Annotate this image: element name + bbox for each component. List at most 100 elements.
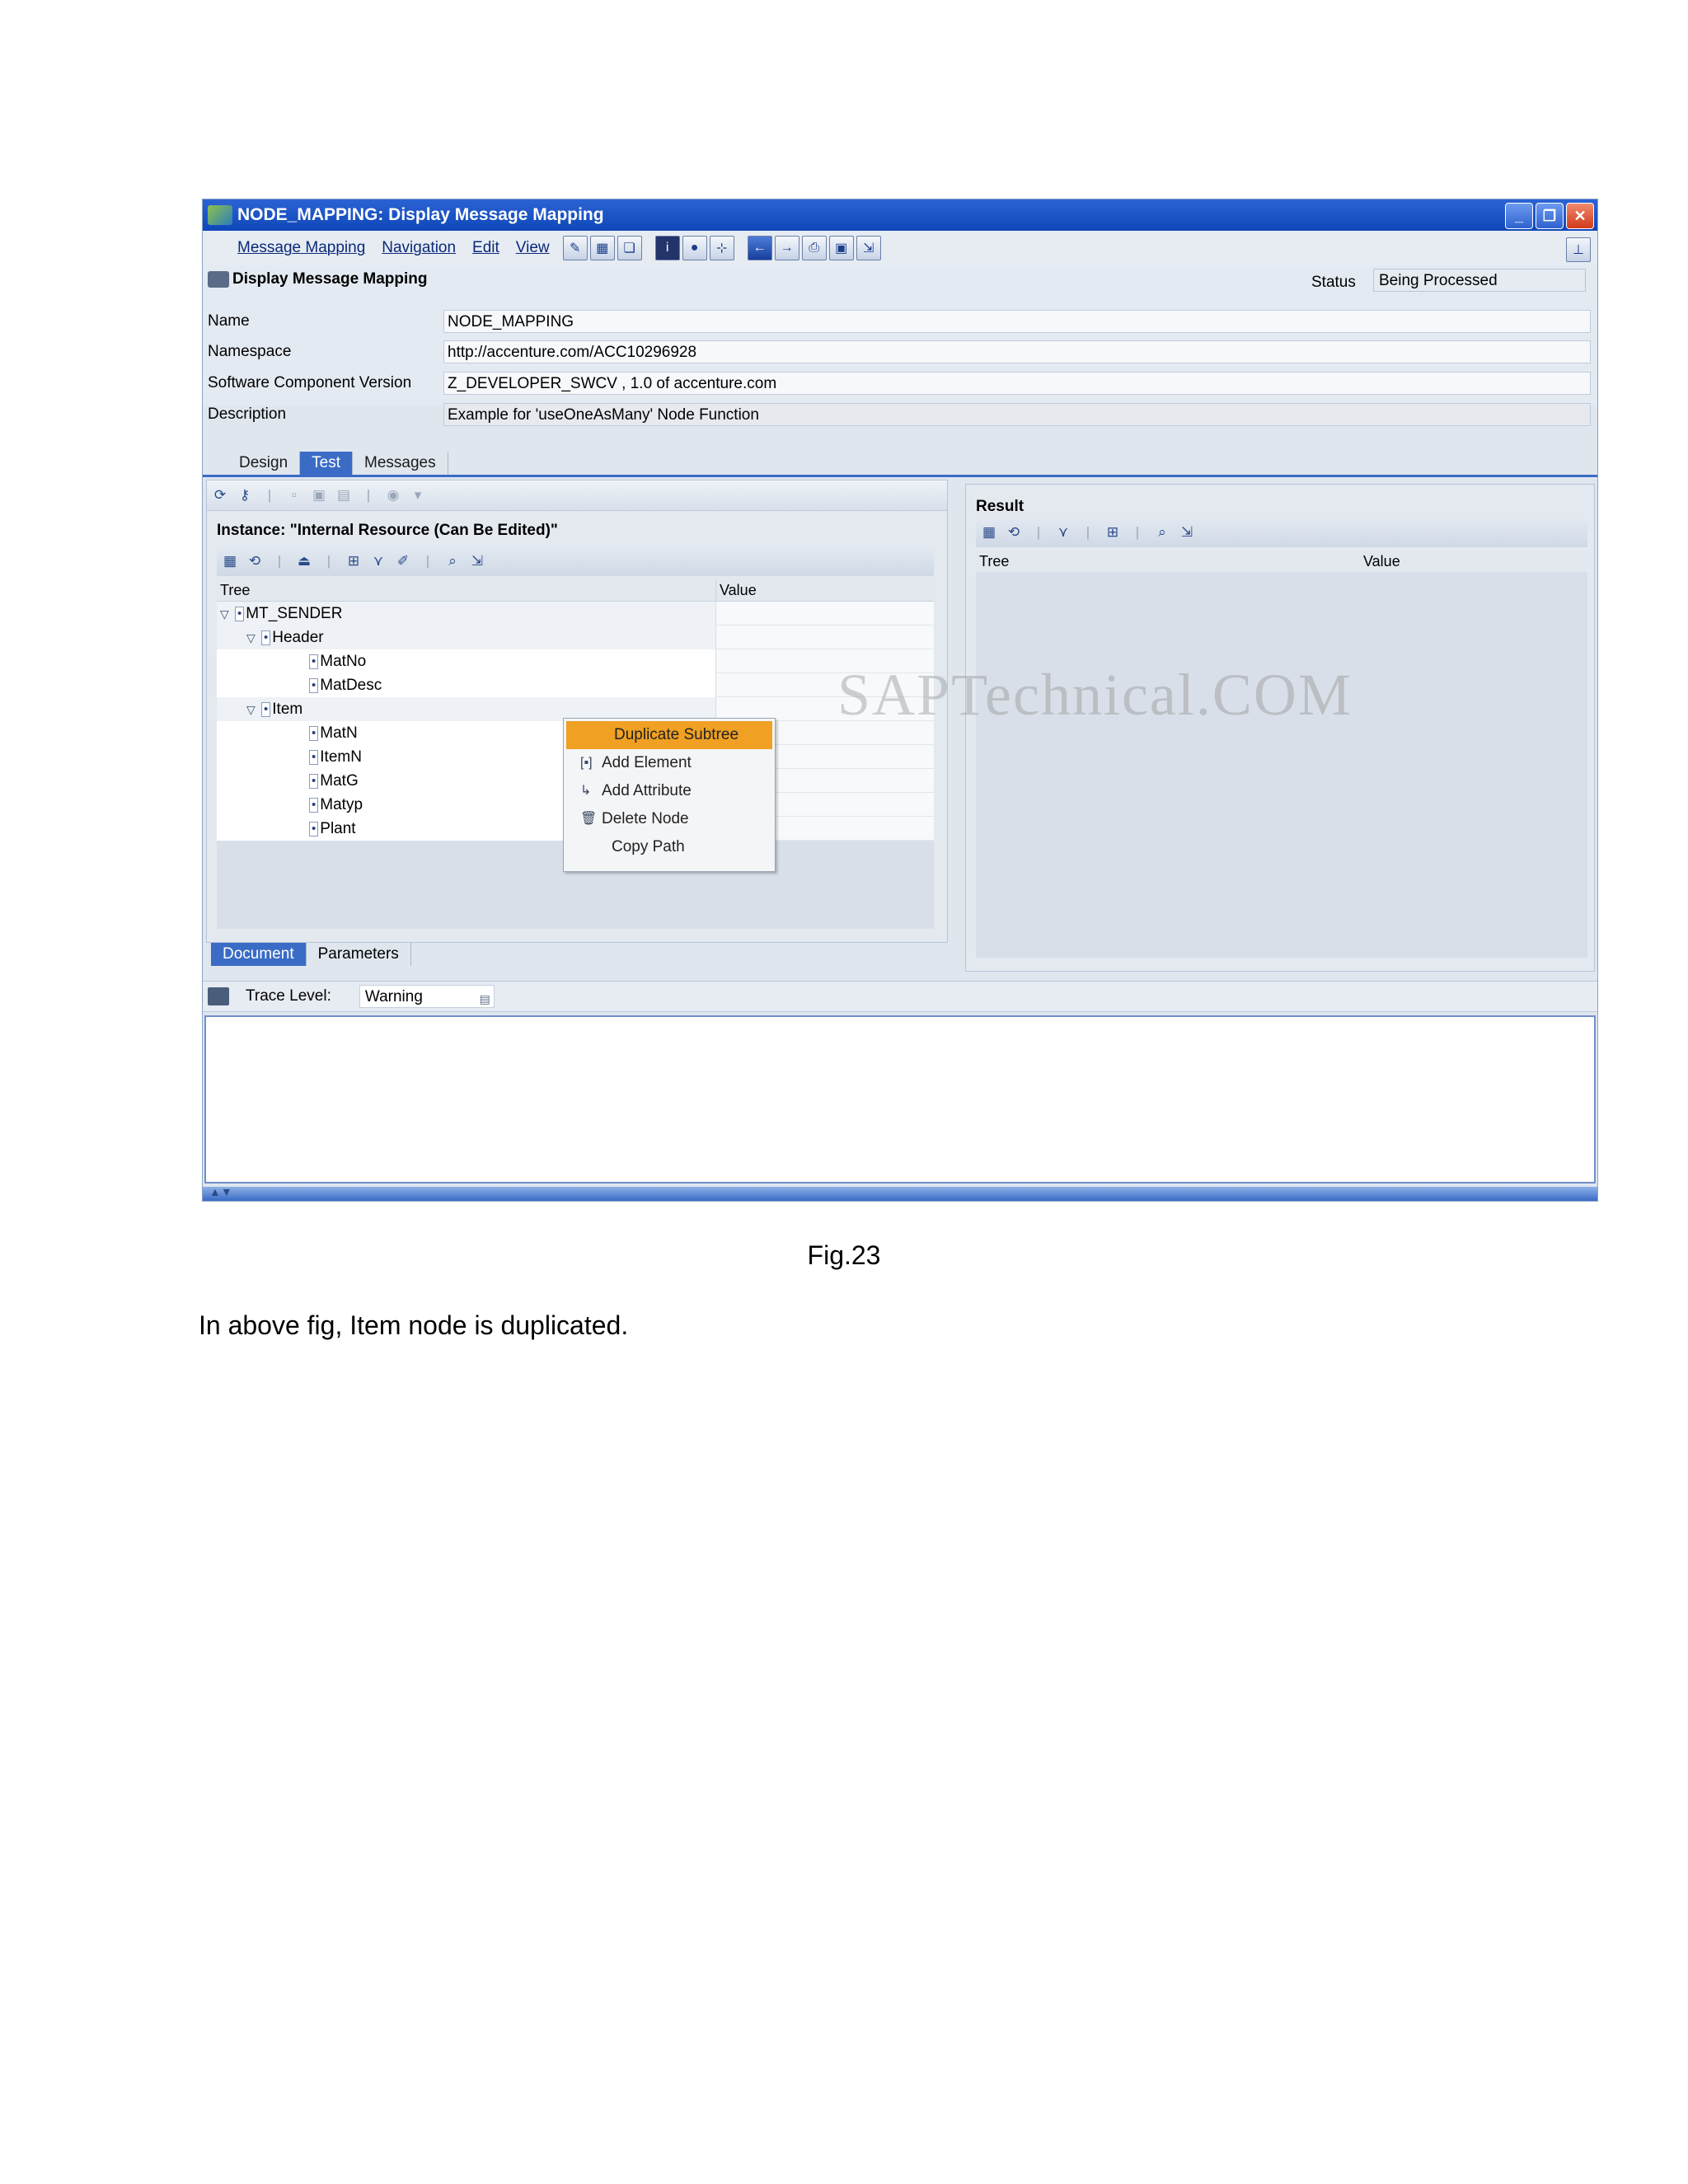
log-icon — [208, 987, 229, 1005]
refresh-icon[interactable]: ⟲ — [245, 551, 265, 571]
copy-icon[interactable]: ❏ — [617, 236, 642, 260]
attribute-icon: ↳ — [580, 784, 592, 798]
brush-icon[interactable]: ✐ — [393, 551, 413, 571]
menu-view[interactable]: View — [516, 239, 550, 257]
find-icon[interactable]: ⌕ — [443, 551, 462, 571]
find-icon[interactable]: ⌕ — [1152, 523, 1172, 542]
tree-row[interactable]: ▽ • Header — [217, 626, 934, 649]
title-bar: NODE_MAPPING: Display Message Mapping _ … — [203, 199, 1597, 231]
export-icon[interactable]: ⇲ — [467, 551, 487, 571]
table-view-icon[interactable]: ▦ — [979, 523, 999, 542]
trace-level-select[interactable]: Warning ▤ — [359, 985, 495, 1008]
test-run-icon[interactable]: ◉ — [383, 485, 403, 505]
field-label: Description — [208, 405, 287, 423]
print-icon[interactable]: ⎙ — [801, 236, 827, 260]
menu-navigation[interactable]: Navigation — [382, 239, 456, 257]
check-icon[interactable]: ● — [682, 236, 707, 260]
result-title: Result — [976, 498, 1025, 515]
expand-toggle-icon[interactable]: ▽ — [246, 698, 261, 722]
close-button[interactable]: ✕ — [1566, 203, 1594, 229]
dropdown-arrow-icon[interactable]: ▾ — [408, 485, 428, 505]
menu-copy-path[interactable]: Copy Path — [564, 833, 775, 861]
menu-add-attribute[interactable]: ↳ Add Attribute — [564, 777, 775, 805]
filter-icon[interactable]: ⋎ — [368, 551, 388, 571]
tree-cell: ▽ • Header — [217, 626, 715, 649]
splitter-bar[interactable]: ▲▼ — [203, 1185, 1597, 1201]
export-icon[interactable]: ⇲ — [856, 236, 881, 260]
menu-add-element[interactable]: [▪] Add Element — [564, 749, 775, 777]
tree-node-label: MatDesc — [320, 677, 382, 694]
collapse-icon[interactable]: ⏏ — [294, 551, 314, 571]
dropdown-icon: ▤ — [479, 992, 490, 1005]
menu-delete-node[interactable]: 🗑 Delete Node — [564, 805, 775, 833]
info-icon[interactable]: i — [654, 236, 680, 260]
value-cell[interactable] — [715, 602, 934, 626]
field-label: Namespace — [208, 343, 292, 360]
pin-icon[interactable]: ⊥ — [1566, 237, 1591, 262]
save-icon[interactable]: ▣ — [309, 485, 329, 505]
expand-toggle-icon[interactable]: ▽ — [246, 626, 261, 650]
toolbar-group-3: ← → ⎙ ▣ ⇲ — [747, 236, 881, 260]
tab-parameters[interactable]: Parameters — [307, 943, 411, 966]
separator-icon: | — [326, 553, 331, 569]
back-arrow-icon[interactable]: ← — [747, 236, 772, 260]
where-used-icon[interactable]: ⊹ — [709, 236, 734, 260]
minimize-button[interactable]: _ — [1505, 203, 1533, 229]
test-instance-pane: ⟳ ⚷ | ▫ ▣ ▤ | ◉ ▾ Instance: "Internal Re… — [206, 480, 948, 943]
name-field[interactable]: NODE_MAPPING — [443, 310, 1591, 333]
tab-messages[interactable]: Messages — [353, 452, 448, 475]
menu-edit[interactable]: Edit — [472, 239, 499, 257]
tree-node-label: MatN — [320, 724, 358, 742]
key-icon[interactable]: ⚷ — [235, 485, 255, 505]
field-label: Name — [208, 312, 250, 330]
tab-document[interactable]: Document — [211, 943, 307, 966]
delete-icon[interactable]: ▤ — [334, 485, 354, 505]
tab-design[interactable]: Design — [227, 452, 301, 475]
menu-duplicate-subtree[interactable]: Duplicate Subtree — [566, 721, 772, 749]
add-node-icon[interactable]: ⊞ — [344, 551, 363, 571]
tree-node-label: Header — [272, 629, 324, 646]
column-value: Value — [715, 579, 934, 601]
element-node-icon: • — [235, 606, 245, 621]
tree-node-label: MatNo — [320, 653, 367, 670]
table-view-icon[interactable]: ▦ — [220, 551, 240, 571]
swcv-field[interactable]: Z_DEVELOPER_SWCV , 1.0 of accenture.com — [443, 372, 1591, 395]
tree-row[interactable]: • MatDesc — [217, 673, 934, 697]
field-label: Software Component Version — [208, 374, 412, 391]
export-icon[interactable]: ⇲ — [1177, 523, 1197, 542]
test-toolbar: ⟳ ⚷ | ▫ ▣ ▤ | ◉ ▾ — [207, 480, 947, 511]
tree-row[interactable]: • MatNo — [217, 649, 934, 673]
maximize-button[interactable]: ❐ — [1536, 203, 1564, 229]
status-label: Status — [1311, 274, 1356, 291]
separator-icon: | — [267, 487, 272, 503]
sap-app-icon — [208, 205, 232, 225]
edit-pencil-icon[interactable]: ✎ — [562, 236, 588, 260]
namespace-field[interactable]: http://accenture.com/ACC10296928 — [443, 340, 1591, 363]
element-node-icon: • — [309, 654, 319, 669]
book-icon[interactable]: ▣ — [828, 236, 854, 260]
sap-window: NODE_MAPPING: Display Message Mapping _ … — [202, 199, 1598, 1202]
tab-test[interactable]: Test — [300, 452, 354, 475]
splitter-arrows-icon[interactable]: ▲▼ — [209, 1185, 232, 1198]
toolbar-group-2: i ● ⊹ — [654, 236, 734, 260]
tree-row[interactable]: ▽ • MT_SENDER — [217, 602, 934, 626]
separator-icon: | — [1135, 524, 1140, 540]
filter-icon[interactable]: ⋎ — [1053, 523, 1073, 542]
menu-message-mapping[interactable]: Message Mapping — [237, 239, 365, 257]
add-node-icon[interactable]: ⊞ — [1103, 523, 1123, 542]
value-cell[interactable] — [715, 626, 934, 649]
display-icon[interactable]: ▦ — [589, 236, 615, 260]
column-tree: Tree — [220, 582, 251, 598]
new-icon[interactable]: ▫ — [284, 485, 304, 505]
separator-icon: | — [425, 553, 430, 569]
description-field[interactable]: Example for 'useOneAsMany' Node Function — [443, 403, 1591, 426]
trace-log-area — [204, 1015, 1596, 1183]
menu-item-label: Add Attribute — [602, 782, 692, 799]
forward-arrow-icon[interactable]: → — [774, 236, 799, 260]
status-value: Being Processed — [1373, 269, 1586, 292]
expand-toggle-icon[interactable]: ▽ — [220, 602, 235, 626]
header-form: Display Message Mapping Status Being Pro… — [203, 265, 1597, 426]
trace-level-label: Trace Level: — [246, 987, 331, 1005]
load-instance-icon[interactable]: ⟳ — [210, 485, 230, 505]
refresh-icon[interactable]: ⟲ — [1004, 523, 1024, 542]
